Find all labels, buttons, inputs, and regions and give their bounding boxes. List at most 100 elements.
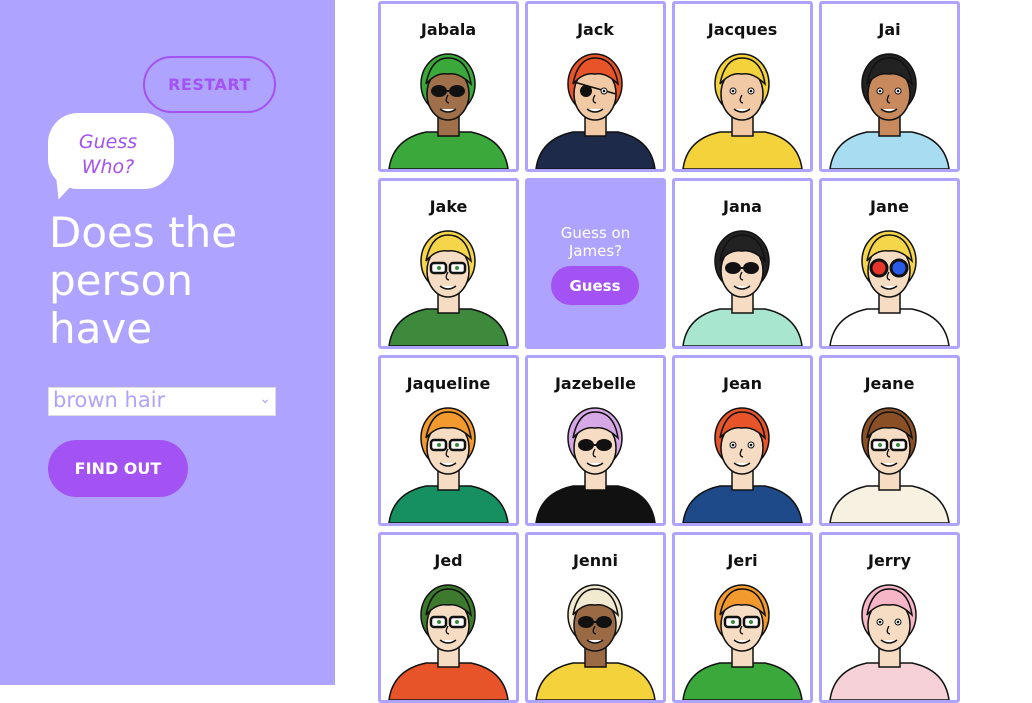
attribute-select-value: brown hair [53,388,166,412]
character-portrait [388,584,509,700]
eye-right [749,620,753,624]
character-portrait [388,407,509,523]
character-card-jenni[interactable]: Jenni [525,532,666,703]
character-card-jazebelle[interactable]: Jazebelle [525,355,666,526]
shirt [682,131,803,169]
sunglasses-right [596,439,612,451]
pupil-right [602,89,606,93]
sunglasses-left [725,262,741,274]
question-heading: Does the person have [49,209,309,353]
guess-prompt-line-1: Guess on [560,224,631,242]
shirt [388,131,509,169]
character-card-jerry[interactable]: Jerry [819,532,960,703]
eye-right [455,443,459,447]
character-card-jean[interactable]: Jean [672,355,813,526]
guess-prompt-line-2: James? [568,242,623,260]
pupil-right [896,89,900,93]
character-portrait [535,584,656,700]
character-portrait [535,407,656,523]
character-name: Jake [429,197,468,216]
character-card-jane[interactable]: Jane [819,178,960,349]
character-portrait [682,584,803,700]
character-name: Jeane [864,374,915,393]
shirt [682,662,803,700]
sunglasses-left [578,439,594,451]
character-card-jake[interactable]: Jake [378,178,519,349]
character-portrait [829,407,950,523]
character-portrait [682,407,803,523]
logo-line-guess: Guess [78,131,138,153]
sunglasses-right [449,85,465,97]
glasses-left-red [869,258,889,278]
shirt [682,485,803,523]
shirt [388,308,509,346]
eye-left [437,266,441,270]
eye-left [437,443,441,447]
chevron-down-icon: ⌄ [259,391,271,407]
character-portrait [682,53,803,169]
character-card-jabala[interactable]: Jabala [378,1,519,172]
attribute-select[interactable]: brown hair ⌄ [48,387,276,416]
eye-left [437,620,441,624]
shirt [388,662,509,700]
character-card-jeri[interactable]: Jeri [672,532,813,703]
character-portrait [829,53,950,169]
shirt [829,308,950,346]
shirt [682,308,803,346]
character-portrait [535,53,656,169]
character-portrait [388,53,509,169]
character-name: Jenni [572,551,619,570]
character-name: Jabala [420,20,477,39]
character-card-jai[interactable]: Jai [819,1,960,172]
sunglasses-left [431,85,447,97]
sunglasses-left [578,616,594,628]
character-name: Jacques [707,20,778,39]
character-portrait [682,230,803,346]
shirt [829,485,950,523]
shirt [829,662,950,700]
sunglasses-right [743,262,759,274]
eye-right [896,443,900,447]
character-name: Jane [870,197,909,216]
character-name: Jana [723,197,762,216]
guess-prompt: Guess on James? [528,224,663,260]
find-out-button[interactable]: FIND OUT [48,440,188,497]
guess-card: Guess on James? Guess [525,178,666,349]
pupil-left [878,89,882,93]
character-card-jacques[interactable]: Jacques [672,1,813,172]
game-logo: Guess Who? [48,130,168,180]
shirt [535,131,656,169]
glasses-right-blue [889,258,909,278]
character-card-jana[interactable]: Jana [672,178,813,349]
question-line-3: have [49,304,153,353]
guess-button[interactable]: Guess [551,266,639,305]
question-line-2: person [49,256,193,305]
character-portrait [829,230,950,346]
character-name: Jerry [867,551,911,570]
character-card-jack[interactable]: Jack [525,1,666,172]
question-line-1: Does the [49,208,238,257]
character-name: Jed [434,551,463,570]
character-name: Jazebelle [554,374,637,393]
character-portrait [829,584,950,700]
character-name: Jai [878,20,901,39]
shirt [829,131,950,169]
eye-right [455,620,459,624]
character-portrait [388,230,509,346]
character-name: Jean [723,374,762,393]
character-card-jeane[interactable]: Jeane [819,355,960,526]
logo-line-who: Who? [81,156,135,178]
pupil-left [731,89,735,93]
eye-right [455,266,459,270]
character-name: Jaqueline [406,374,491,393]
restart-button[interactable]: RESTART [143,56,276,113]
character-card-jed[interactable]: Jed [378,532,519,703]
sidebar-panel: RESTART Guess Who? Does the person have … [0,0,335,685]
shirt [535,485,656,523]
eye-left [878,443,882,447]
eye-left [731,620,735,624]
character-name: Jeri [727,551,758,570]
pupil-left [731,443,735,447]
character-name: Jack [577,20,614,39]
character-card-jaqueline[interactable]: Jaqueline [378,355,519,526]
